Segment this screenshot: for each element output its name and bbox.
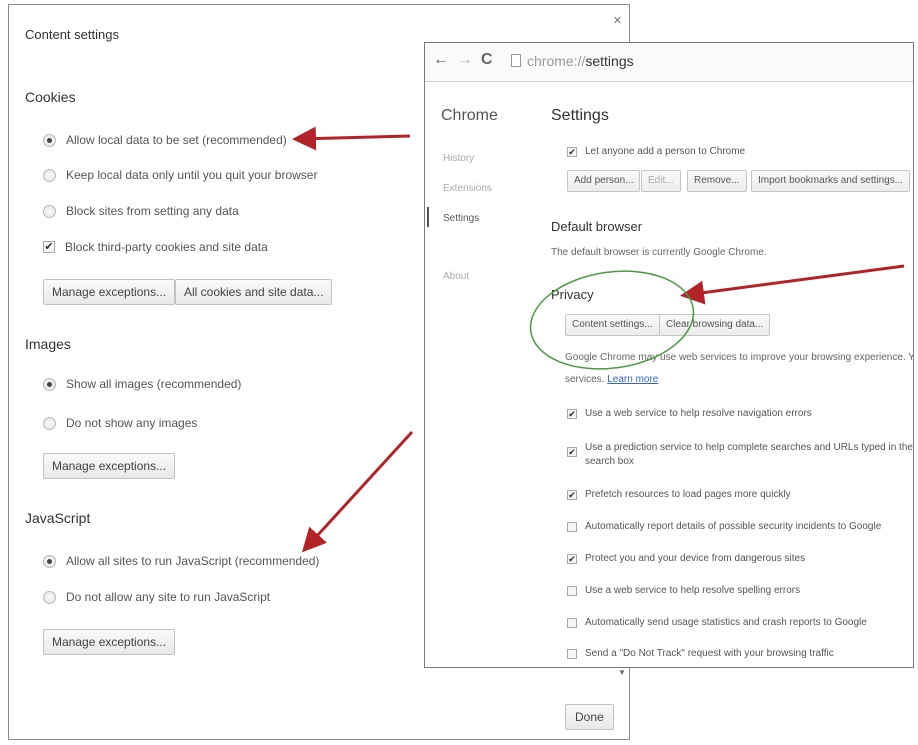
radio-button[interactable] bbox=[43, 377, 56, 391]
images-option-hide[interactable]: Do not show any images bbox=[43, 416, 197, 430]
javascript-section-title: JavaScript bbox=[25, 510, 91, 526]
cookies-option-session[interactable]: Keep local data only until you quit your… bbox=[43, 168, 317, 182]
option-label-group: Use a prediction service to help complet… bbox=[585, 441, 914, 469]
content-settings-button[interactable]: Content settings... bbox=[565, 314, 660, 336]
checkbox[interactable] bbox=[567, 649, 577, 659]
option-label: Do not show any images bbox=[66, 416, 198, 430]
option-label: Prefetch resources to load pages more qu… bbox=[585, 489, 791, 500]
sidebar-item-about[interactable]: About bbox=[443, 271, 469, 282]
privacy-option-row[interactable]: Automatically send usage statistics and … bbox=[567, 617, 867, 628]
sidebar-item-history[interactable]: History bbox=[443, 153, 474, 164]
option-label: Allow local data to be set (recommended) bbox=[66, 133, 287, 147]
sidebar-title: Chrome bbox=[441, 107, 498, 124]
add-person-button[interactable]: Add person... bbox=[567, 170, 641, 192]
checkbox[interactable]: ✔ bbox=[567, 409, 577, 419]
privacy-option-row[interactable]: ✔ Use a prediction service to help compl… bbox=[567, 441, 914, 469]
import-bookmarks-button[interactable]: Import bookmarks and settings... bbox=[751, 170, 911, 192]
privacy-option-row[interactable]: Use a web service to help resolve spelli… bbox=[567, 585, 800, 596]
default-browser-text: The default browser is currently Google … bbox=[551, 247, 767, 258]
radio-button[interactable] bbox=[43, 554, 56, 568]
forward-arrow-icon[interactable]: → bbox=[457, 51, 473, 69]
sidebar-item-extensions[interactable]: Extensions bbox=[443, 183, 492, 194]
option-label: Protect you and your device from dangero… bbox=[585, 553, 806, 564]
cookies-manage-exceptions-button[interactable]: Manage exceptions... bbox=[43, 279, 176, 305]
checkbox[interactable]: ✔ bbox=[567, 447, 577, 457]
url-page: settings bbox=[585, 53, 634, 69]
block-third-party-checkbox-row[interactable]: ✔ Block third-party cookies and site dat… bbox=[43, 240, 268, 254]
page-icon bbox=[511, 54, 521, 67]
privacy-description-end: services. bbox=[565, 374, 605, 385]
privacy-option-row[interactable]: Automatically report details of possible… bbox=[567, 521, 881, 532]
privacy-description: Google Chrome may use web services to im… bbox=[565, 352, 914, 363]
privacy-description-cont: services. Learn more bbox=[565, 374, 658, 385]
remove-person-button[interactable]: Remove... bbox=[687, 170, 747, 192]
images-section-title: Images bbox=[25, 336, 71, 352]
active-indicator bbox=[427, 207, 429, 227]
images-option-show[interactable]: Show all images (recommended) bbox=[43, 377, 241, 391]
privacy-option-row[interactable]: ✔ Protect you and your device from dange… bbox=[567, 553, 805, 564]
privacy-option-row[interactable]: ✔ Use a web service to help resolve navi… bbox=[567, 408, 812, 419]
cookies-option-allow[interactable]: Allow local data to be set (recommended) bbox=[43, 133, 287, 147]
option-label: Send a "Do Not Track" request with your … bbox=[585, 648, 834, 659]
done-button[interactable]: Done bbox=[565, 704, 614, 730]
option-label-cont: search box bbox=[585, 456, 634, 467]
cookies-section-title: Cookies bbox=[25, 89, 76, 105]
edit-person-button[interactable]: Edit... bbox=[641, 170, 681, 192]
images-manage-exceptions-button[interactable]: Manage exceptions... bbox=[43, 453, 176, 479]
option-label: Automatically report details of possible… bbox=[585, 521, 882, 532]
chrome-settings-window: ← → C chrome://settings Chrome History E… bbox=[424, 42, 914, 668]
option-label: Let anyone add a person to Chrome bbox=[585, 146, 746, 157]
javascript-manage-exceptions-button[interactable]: Manage exceptions... bbox=[43, 629, 176, 655]
address-bar[interactable]: chrome://settings bbox=[527, 53, 634, 69]
option-label: Show all images (recommended) bbox=[66, 377, 242, 391]
option-label: Allow all sites to run JavaScript (recom… bbox=[66, 554, 320, 568]
checkbox[interactable] bbox=[567, 522, 577, 532]
radio-button[interactable] bbox=[43, 204, 56, 218]
all-cookies-button[interactable]: All cookies and site data... bbox=[175, 279, 333, 305]
option-label: Block sites from setting any data bbox=[66, 204, 239, 218]
radio-button[interactable] bbox=[43, 168, 56, 182]
privacy-title: Privacy bbox=[551, 287, 594, 302]
back-arrow-icon[interactable]: ← bbox=[433, 51, 449, 69]
learn-more-link[interactable]: Learn more bbox=[607, 374, 658, 385]
checkbox[interactable]: ✔ bbox=[567, 147, 577, 157]
checkbox[interactable] bbox=[567, 618, 577, 628]
cookies-option-block[interactable]: Block sites from setting any data bbox=[43, 204, 239, 218]
option-label: Automatically send usage statistics and … bbox=[585, 617, 867, 628]
privacy-option-row[interactable]: Send a "Do Not Track" request with your … bbox=[567, 648, 834, 659]
radio-button[interactable] bbox=[43, 590, 56, 604]
privacy-option-row[interactable]: ✔ Prefetch resources to load pages more … bbox=[567, 489, 791, 500]
dialog-title: Content settings bbox=[25, 27, 119, 42]
checkbox[interactable]: ✔ bbox=[567, 490, 577, 500]
checkbox[interactable]: ✔ bbox=[43, 241, 55, 253]
option-label: Block third-party cookies and site data bbox=[65, 240, 268, 254]
browser-toolbar: ← → C chrome://settings bbox=[425, 43, 913, 82]
let-anyone-add-person-row[interactable]: ✔ Let anyone add a person to Chrome bbox=[567, 146, 745, 157]
javascript-option-allow[interactable]: Allow all sites to run JavaScript (recom… bbox=[43, 554, 319, 568]
option-label: Use a web service to help resolve spelli… bbox=[585, 585, 801, 596]
option-label: Use a web service to help resolve naviga… bbox=[585, 408, 812, 419]
url-scheme: chrome:// bbox=[527, 53, 586, 69]
option-label: Do not allow any site to run JavaScript bbox=[66, 590, 271, 604]
scroll-down-icon[interactable]: ▼ bbox=[618, 668, 626, 677]
option-label: Use a prediction service to help complet… bbox=[585, 442, 914, 453]
javascript-option-block[interactable]: Do not allow any site to run JavaScript bbox=[43, 590, 270, 604]
checkbox[interactable]: ✔ bbox=[567, 554, 577, 564]
radio-button[interactable] bbox=[43, 133, 56, 147]
checkbox[interactable] bbox=[567, 586, 577, 596]
reload-icon[interactable]: C bbox=[481, 51, 493, 69]
radio-button[interactable] bbox=[43, 416, 56, 430]
option-label: Keep local data only until you quit your… bbox=[66, 168, 318, 182]
sidebar-item-settings[interactable]: Settings bbox=[443, 213, 479, 224]
settings-page-title: Settings bbox=[551, 107, 609, 124]
close-icon[interactable]: × bbox=[613, 13, 622, 28]
default-browser-title: Default browser bbox=[551, 219, 643, 234]
clear-browsing-data-button[interactable]: Clear browsing data... bbox=[659, 314, 771, 336]
